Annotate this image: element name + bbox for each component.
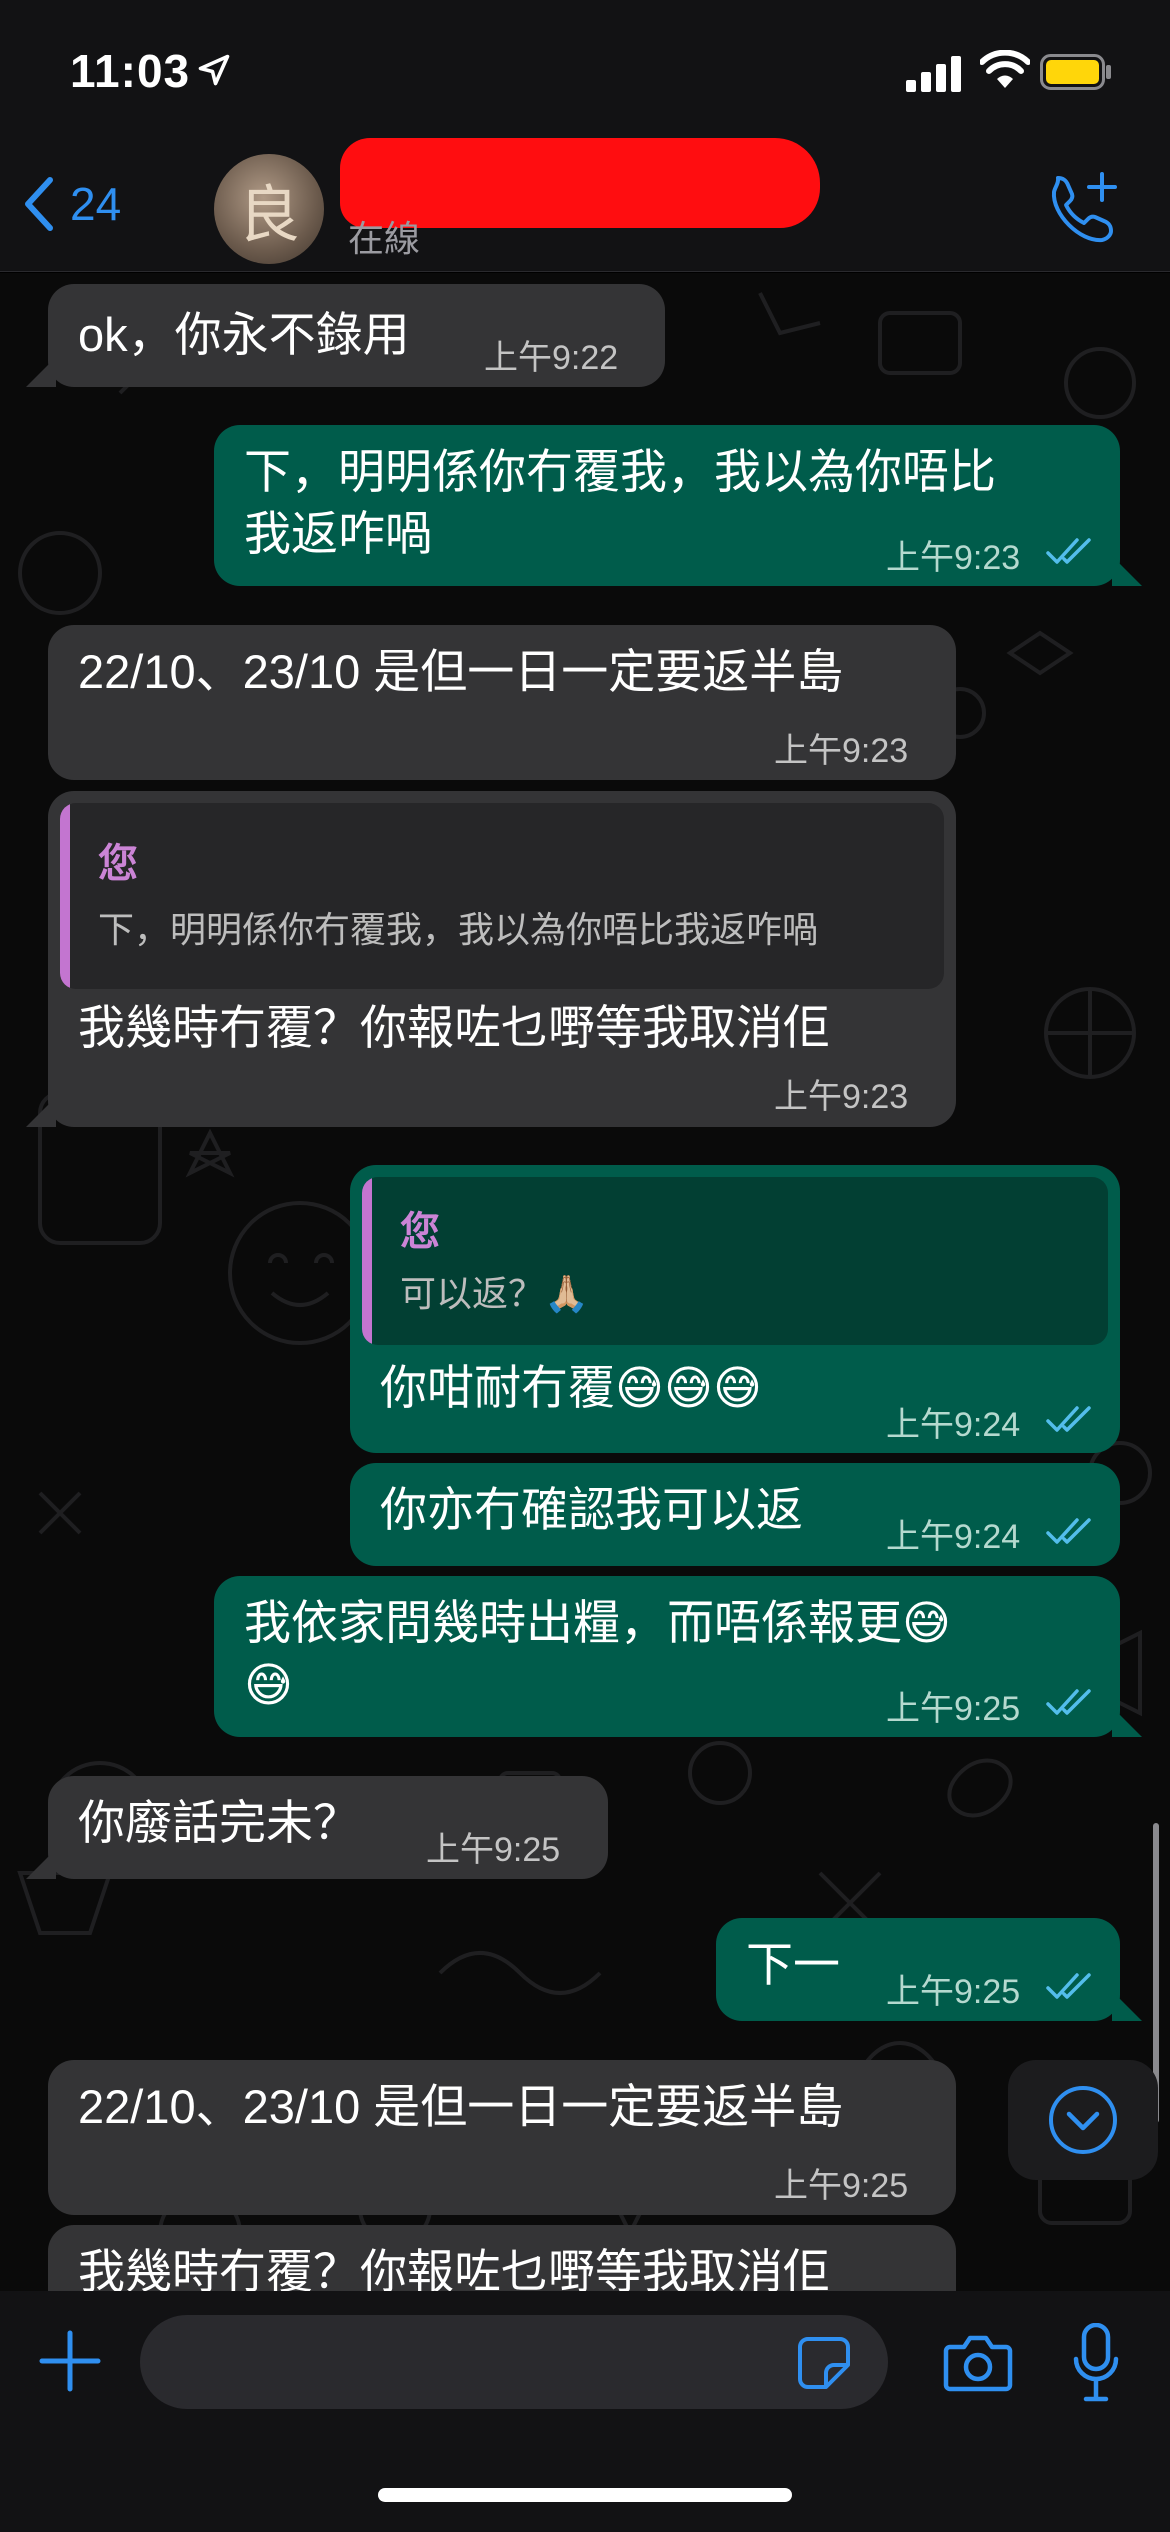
chevron-down-icon [1049,2086,1117,2154]
unread-count: 24 [70,178,122,230]
message-text: 我依家問幾時出糧，而唔係報更😅 😅 [244,1596,951,1711]
back-chevron-icon [25,177,53,231]
wifi-icon [980,50,1030,88]
message-incoming[interactable]: 22/10、23/10 是但一日一定要返半島 上午9:25 [48,2060,956,2215]
message-text: 下一 [746,1938,840,1991]
double-check-icon [1046,538,1091,564]
message-text: 22/10、23/10 是但一日一定要返半島 [78,2080,844,2133]
quoted-message[interactable]: 您 可以返？🙏🏼 [362,1177,1108,1345]
quote-author: 您 [400,1210,440,1254]
double-check-icon [1046,1518,1091,1544]
message-outgoing[interactable]: 下，明明係你冇覆我，我以為你唔比 我返咋喎 上午9:23 [214,425,1142,586]
message-text: 我幾時冇覆？你報咗乜嘢等我取消佢 [78,2245,830,2291]
message-time: 上午9:23 [886,539,1021,577]
message-incoming[interactable]: ok，你永不錄用 上午9:22 [26,284,665,387]
quote-text: 可以返？🙏🏼 [400,1273,589,1314]
battery-icon [1040,54,1111,90]
chat-header: 24 良 在線 [0,138,1170,272]
message-input[interactable] [140,2315,888,2409]
status-bar: 11:03 [0,0,1170,150]
message-text: 下，明明係你冇覆我，我以為你唔比 我返咋喎 [244,445,996,560]
message-incoming-reply[interactable]: 您 下，明明係你冇覆我，我以為你唔比我返咋喎 我幾時冇覆？你報咗乜嘢等我取消佢 … [26,791,956,1127]
message-incoming[interactable]: 22/10、23/10 是但一日一定要返半島 上午9:23 [48,625,956,780]
message-text: ok，你永不錄用 [78,308,410,361]
scroll-to-bottom-button[interactable] [1008,2060,1158,2180]
message-text: 你咁耐冇覆😅😅😅 [380,1361,762,1414]
message-time: 上午9:23 [774,1078,909,1116]
message-outgoing[interactable]: 你亦冇確認我可以返 上午9:24 [350,1463,1120,1566]
message-incoming[interactable]: 你廢話完未？ 上午9:25 [26,1776,608,1879]
message-time: 上午9:24 [886,1406,1021,1444]
message-text: 你亦冇確認我可以返 [380,1483,803,1536]
message-time: 上午9:25 [886,1973,1021,2011]
camera-icon[interactable] [942,2331,1014,2395]
message-outgoing-reply[interactable]: 您 可以返？🙏🏼 你咁耐冇覆😅😅😅 上午9:24 [350,1165,1120,1453]
message-time: 上午9:22 [484,339,619,377]
double-check-icon [1046,1973,1091,1999]
quoted-message[interactable]: 您 下，明明係你冇覆我，我以為你唔比我返咋喎 [60,803,944,989]
status-time: 11:03 [70,45,191,97]
message-outgoing[interactable]: 我依家問幾時出糧，而唔係報更😅 😅 上午9:25 [214,1576,1142,1737]
double-check-icon [1046,1689,1091,1715]
call-add-icon[interactable] [1042,168,1122,248]
message-outgoing[interactable]: 下一 上午9:25 [716,1918,1142,2021]
home-indicator[interactable] [378,2488,792,2502]
message-text: 22/10、23/10 是但一日一定要返半島 [78,645,844,698]
contact-status: 在線 [348,218,421,259]
plus-icon[interactable] [38,2329,102,2393]
message-time: 上午9:23 [774,732,909,770]
quote-bar [60,803,70,989]
message-text: 你廢話完未？ [78,1796,360,1849]
message-time: 上午9:25 [426,1831,561,1869]
message-text: 我幾時冇覆？你報咗乜嘢等我取消佢 [78,1001,830,1054]
quote-bar [362,1177,372,1345]
location-arrow-icon [198,54,230,86]
message-time: 上午9:24 [886,1518,1021,1556]
message-time: 上午9:25 [886,1690,1021,1728]
avatar[interactable]: 良 [214,154,324,264]
message-time: 上午9:25 [774,2167,909,2205]
double-check-icon [1046,1406,1091,1432]
mic-icon[interactable] [1072,2323,1120,2403]
avatar-glyph: 良 [237,178,300,251]
signal-icon [906,56,961,92]
message-incoming[interactable]: 我幾時冇覆？你報咗乜嘢等我取消佢 [48,2225,956,2291]
quote-author: 您 [98,842,138,886]
back-button[interactable]: 24 [22,176,121,232]
chat-area[interactable]: ok，你永不錄用 上午9:22 下，明明係你冇覆我，我以為你唔比 我返咋喎 上午… [0,273,1170,2291]
sticker-icon[interactable] [796,2335,852,2391]
quote-text: 下，明明係你冇覆我，我以為你唔比我返咋喎 [98,909,819,950]
